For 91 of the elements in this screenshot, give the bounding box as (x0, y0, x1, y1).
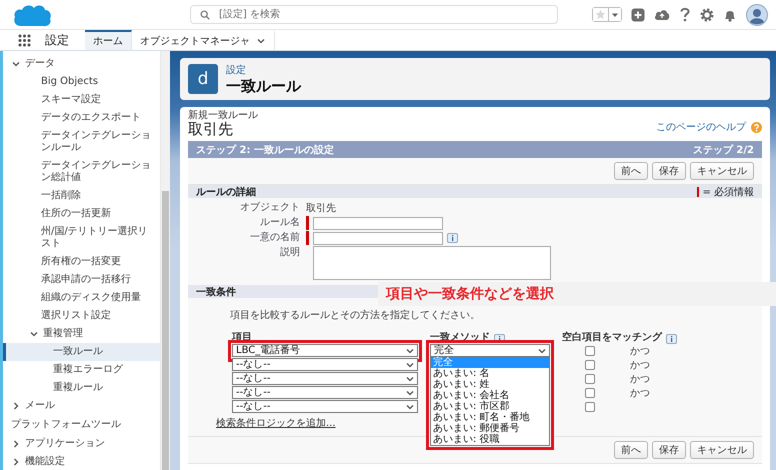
page-title: 一致ルール (226, 77, 301, 95)
plus-icon[interactable] (631, 8, 645, 22)
caret-down-icon (611, 10, 619, 18)
app-launcher-icon[interactable] (18, 34, 31, 46)
step-title: ステップ 2: 一致ルールの設定 (196, 143, 334, 156)
action-button[interactable]: キャンセル (690, 162, 754, 180)
add-logic-link[interactable]: 検索条件ロジックを追加... (216, 418, 336, 430)
sidebar-item[interactable]: 住所の一括更新 (41, 205, 160, 223)
favorites-menu-button[interactable] (608, 8, 621, 21)
action-button[interactable]: 前へ (614, 441, 648, 459)
field-label: ルール名 (259, 216, 300, 230)
sidebar-item[interactable]: 重複管理 (43, 328, 83, 340)
checkbox[interactable] (585, 374, 595, 384)
help-icon[interactable] (679, 7, 691, 22)
dropdown-option[interactable]: あいまい: 会社名 (431, 390, 549, 401)
connector-label: かつ (630, 360, 650, 371)
annotation-callout: 項目や一致条件などを選択 (378, 282, 776, 306)
column-header: 空白項目をマッチング (562, 330, 662, 344)
section-title: ルールの詳細 (196, 186, 256, 198)
field-label: 説明 (279, 246, 300, 260)
sidebar-item[interactable]: データインテグレーション総計値 (41, 157, 160, 187)
cloud-icon[interactable] (654, 8, 670, 22)
scrollbar[interactable] (160, 51, 170, 470)
avatar-icon[interactable] (746, 4, 768, 26)
dropdown[interactable]: 完全 (430, 344, 550, 357)
sidebar-item[interactable]: データ (25, 58, 55, 70)
dropdown[interactable]: --なし-- (232, 400, 418, 413)
sidebar-item[interactable]: 選択リスト設定 (41, 307, 160, 325)
dropdown-option[interactable]: あいまい: 名 (431, 368, 549, 379)
required-marker (697, 186, 700, 196)
dropdown-option[interactable]: あいまい: 市区郡 (431, 401, 549, 412)
field-value: 取引先 (306, 202, 336, 215)
nav-tab[interactable]: ホーム (85, 30, 132, 50)
chevron-down-icon (256, 36, 266, 46)
sidebar-item[interactable]: 一致ルール (3, 343, 160, 361)
dropdown[interactable]: LBC_電話番号 (232, 344, 418, 357)
sidebar-item[interactable]: アプリケーション (25, 438, 105, 450)
dropdown[interactable]: --なし-- (232, 386, 418, 399)
sidebar-item[interactable]: Big Objects (41, 73, 160, 91)
dropdown-option[interactable]: あいまい: 姓 (431, 379, 549, 390)
sidebar-item[interactable]: 所有権の一括変更 (41, 253, 160, 271)
dropdown-option[interactable]: あいまい: 郵便番号 (431, 423, 549, 434)
connector-label: かつ (630, 388, 650, 399)
input-field[interactable] (313, 216, 443, 230)
sidebar-item[interactable]: 重複エラーログ (53, 361, 160, 379)
instruction-text: 項目を比較するルールとその方法を指定してください。 (229, 308, 481, 323)
star-icon (595, 9, 606, 20)
search-field[interactable]: [設定] を検索 (190, 5, 558, 24)
settings-icon[interactable] (700, 8, 714, 22)
breadcrumb-link[interactable]: 設定 (226, 63, 301, 77)
text-area[interactable] (313, 246, 551, 280)
dropdown[interactable]: --なし-- (232, 372, 418, 385)
action-button[interactable]: 前へ (614, 162, 648, 180)
sidebar-item[interactable]: 承認申請の一括移行 (41, 271, 160, 289)
sidebar-item[interactable]: データのエクスポート (41, 109, 160, 127)
dropdown-option[interactable]: あいまい: 町名・番地 (431, 412, 549, 423)
sidebar-item[interactable]: 州/国/テリトリー選択リスト (41, 223, 160, 253)
dropdown-option[interactable]: あいまい: 役職 (431, 434, 549, 445)
sidebar-item[interactable]: 一括削除 (41, 187, 160, 205)
field-label: 一意の名前 (249, 231, 300, 245)
help-link[interactable]: このページのヘルプ (656, 120, 746, 134)
connector-label: かつ (630, 346, 650, 357)
search-icon (200, 10, 210, 20)
page-subtitle: 新規一致ルール (188, 111, 258, 121)
checkbox[interactable] (585, 360, 595, 370)
required-legend: = 必須情報 (702, 184, 754, 198)
sidebar-item[interactable]: スキーマ設定 (41, 91, 160, 109)
step-count: ステップ 2/2 (692, 143, 754, 156)
checkbox[interactable] (585, 402, 595, 412)
action-button[interactable]: キャンセル (690, 441, 754, 459)
section-title: 一致条件 (196, 286, 236, 298)
sidebar-item[interactable]: 重複ルール (53, 379, 160, 397)
checkbox[interactable] (585, 346, 595, 356)
action-button[interactable]: 保存 (652, 162, 686, 180)
app-name: 設定 (45, 32, 69, 48)
record-title: 取引先 (188, 121, 234, 138)
dropdown[interactable]: --なし-- (232, 358, 418, 371)
connector-label: かつ (630, 374, 650, 385)
info-icon[interactable] (447, 233, 458, 243)
checkbox[interactable] (585, 388, 595, 398)
field-label: オブジェクト (239, 201, 300, 215)
sidebar-item[interactable]: メール (25, 400, 55, 412)
object-icon: d (188, 64, 218, 94)
sidebar-item[interactable]: 組織のディスク使用量 (41, 289, 160, 307)
sidebar-item[interactable]: 機能設定 (25, 456, 65, 468)
info-icon[interactable] (666, 334, 677, 344)
help-icon[interactable] (751, 122, 762, 132)
sidebar-item[interactable]: データインテグレーションルール (41, 127, 160, 157)
input-field[interactable] (313, 232, 443, 244)
action-button[interactable]: 保存 (652, 441, 686, 459)
sidebar-heading: プラットフォームツール (10, 418, 122, 432)
